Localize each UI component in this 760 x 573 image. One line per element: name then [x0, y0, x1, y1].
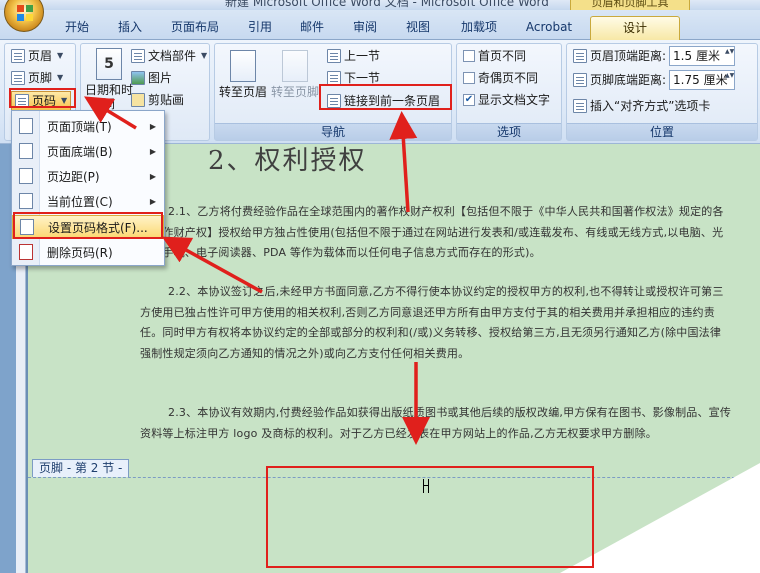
remove-page-numbers-icon [19, 244, 33, 260]
header-icon [11, 49, 25, 63]
chevron-right-icon: ▶ [149, 171, 156, 181]
checkbox-icon [463, 50, 475, 62]
paragraph-2-3: 2.3、本协议有效期内,付费经验作品如获得出版纸质图书或其他后续的版权改编,甲方… [140, 406, 732, 440]
footer-from-bottom-input[interactable]: 1.75 厘米 [669, 70, 736, 90]
show-document-text-label: 显示文档文字 [478, 93, 551, 107]
date-time-label: 日期和时间 [84, 83, 133, 111]
goto-footer-icon [282, 50, 308, 82]
navigation-group-label: 导航 [215, 123, 451, 140]
options-group-label: 选项 [457, 123, 561, 140]
goto-header-button[interactable]: 转至页眉 [217, 50, 269, 99]
highlight-format-page-numbers [13, 212, 163, 239]
tab-home[interactable]: 开始 [55, 16, 99, 40]
current-position-icon [19, 193, 33, 209]
header-label: 页眉 [28, 49, 53, 63]
office-logo-icon [17, 5, 33, 21]
paragraph-2-1: 2.1、乙方将付费经验作品在全球范围内的著作权财产权利【包括但不限于《中华人民共… [140, 205, 724, 259]
menu-item-label: 页面顶端(T) [47, 119, 112, 134]
footer-label: 页脚 [28, 71, 53, 85]
page-margins-icon [19, 168, 33, 184]
insert-alignment-tab-button[interactable]: 插入“对齐方式”选项卡 [573, 96, 710, 116]
footer-button[interactable]: 页脚 ▼ [11, 68, 63, 88]
next-section-icon [327, 71, 341, 85]
alignment-tab-icon [573, 99, 587, 113]
chevron-down-icon: ▼ [201, 51, 208, 60]
goto-footer-button[interactable]: 转至页脚 [269, 50, 321, 99]
tab-insert[interactable]: 插入 [108, 16, 152, 40]
menu-item-remove-page-numbers[interactable]: 删除页码(R) [12, 240, 164, 264]
tab-references[interactable]: 引用 [240, 16, 280, 40]
picture-label: 图片 [148, 71, 173, 85]
menu-item-label: 当前位置(C) [47, 194, 113, 209]
checkbox-icon [463, 72, 475, 84]
chevron-right-icon: ▶ [149, 146, 156, 156]
tab-page-layout[interactable]: 页面布局 [163, 16, 227, 40]
clip-art-label: 剪贴画 [148, 93, 185, 107]
menu-item-label: 页边距(P) [47, 169, 100, 184]
chevron-right-icon: ▶ [149, 121, 156, 131]
header-position-icon [573, 49, 587, 63]
clip-art-icon [131, 93, 145, 107]
menu-item-label: 页面底端(B) [47, 144, 113, 159]
header-from-top-label: 页眉顶端距离: [590, 49, 667, 63]
highlight-footer-area [266, 466, 594, 568]
chevron-down-icon: ▼ [57, 51, 64, 60]
header-from-top-row: 页眉顶端距离: 1.5 厘米 [573, 46, 736, 66]
previous-section-icon [327, 49, 341, 63]
group-position: 页眉顶端距离: 1.5 厘米 页脚底端距离: 1.75 厘米 插入“对齐方式”选… [566, 43, 758, 141]
doc-parts-icon [131, 49, 145, 63]
tab-mailings[interactable]: 邮件 [292, 16, 332, 40]
menu-item-label: 删除页码(R) [47, 245, 113, 260]
highlight-page-number-button [9, 88, 76, 108]
show-document-text-checkbox[interactable]: ✔ 显示文档文字 [463, 90, 550, 110]
different-first-page-checkbox[interactable]: 首页不同 [463, 46, 526, 66]
previous-section-label: 上一节 [344, 49, 381, 63]
previous-section-button[interactable]: 上一节 [327, 46, 380, 66]
header-button[interactable]: 页眉 ▼ [11, 46, 63, 66]
footer-from-bottom-row: 页脚底端距离: 1.75 厘米 [573, 70, 736, 90]
footer-section-tag: 页脚 - 第 2 节 - [32, 459, 130, 477]
insert-alignment-tab-label: 插入“对齐方式”选项卡 [590, 99, 711, 113]
tab-view[interactable]: 视图 [397, 16, 439, 40]
tab-review[interactable]: 审阅 [343, 16, 387, 40]
paragraph-2-2: 2.2、本协议签订之后,未经甲方书面同意,乙方不得行使本协议约定的授权甲方的权利… [140, 285, 724, 360]
section-heading: 2、权利授权 [208, 146, 367, 176]
window-title: 新建 Microsoft Office Word 文档 - Microsoft … [225, 0, 549, 9]
group-options: 首页不同 奇偶页不同 ✔ 显示文档文字 选项 [456, 43, 562, 141]
different-odd-even-checkbox[interactable]: 奇偶页不同 [463, 68, 538, 88]
different-odd-even-label: 奇偶页不同 [478, 71, 539, 85]
tab-design[interactable]: 设计 [590, 16, 680, 40]
highlight-link-to-previous [319, 84, 452, 110]
page-number-menu: 页面顶端(T) ▶ 页面底端(B) ▶ 页边距(P) ▶ 当前位置(C) ▶ 设… [11, 110, 165, 266]
goto-header-icon [230, 50, 256, 82]
menu-item-top-of-page[interactable]: 页面顶端(T) ▶ [12, 114, 164, 138]
footer-position-icon [573, 73, 587, 87]
tab-acrobat[interactable]: Acrobat [515, 16, 583, 40]
bottom-of-page-icon [19, 143, 33, 159]
calendar-icon: 5 [96, 48, 122, 80]
date-time-button[interactable]: 5 日期和时间 [83, 48, 135, 111]
chevron-right-icon: ▶ [149, 196, 156, 206]
menu-item-page-margins[interactable]: 页边距(P) ▶ [12, 164, 164, 188]
tab-addins[interactable]: 加载项 [451, 16, 507, 40]
picture-button[interactable]: 图片 [131, 68, 172, 88]
checkbox-checked-icon: ✔ [463, 94, 475, 106]
doc-parts-button[interactable]: 文档部件 ▼ [131, 46, 207, 66]
chevron-down-icon: ▼ [57, 73, 64, 82]
goto-header-label: 转至页眉 [218, 85, 267, 99]
clip-art-button[interactable]: 剪贴画 [131, 90, 184, 110]
header-from-top-input[interactable]: 1.5 厘米 [669, 46, 736, 66]
footer-icon [11, 71, 25, 85]
doc-parts-label: 文档部件 [148, 49, 197, 63]
menu-item-current-position[interactable]: 当前位置(C) ▶ [12, 189, 164, 213]
picture-icon [131, 71, 145, 85]
position-group-label: 位置 [567, 123, 757, 140]
ribbon-tab-bar: 开始 插入 页面布局 引用 邮件 审阅 视图 加载项 Acrobat 设计 [0, 10, 760, 40]
footer-from-bottom-label: 页脚底端距离: [590, 73, 667, 87]
different-first-page-label: 首页不同 [478, 49, 527, 63]
goto-footer-label: 转至页脚 [270, 85, 319, 99]
menu-item-bottom-of-page[interactable]: 页面底端(B) ▶ [12, 139, 164, 163]
top-of-page-icon [19, 118, 33, 134]
